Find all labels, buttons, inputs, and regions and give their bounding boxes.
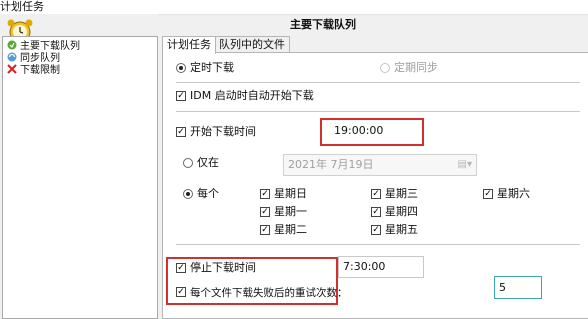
- separator: [176, 111, 580, 112]
- queue-title: 主要下载队列: [290, 18, 356, 31]
- checkbox-friday[interactable]: ✓: [371, 225, 381, 235]
- stop-time-label: 停止下载时间: [190, 261, 256, 274]
- retry-count-input[interactable]: 5: [494, 276, 542, 299]
- separator: [176, 82, 580, 83]
- label-saturday: 星期六: [497, 187, 530, 200]
- tab-files-in-queue[interactable]: 队列中的文件: [214, 36, 290, 53]
- retry-checkbox[interactable]: ✓: [176, 287, 186, 297]
- tree-item-label: 下载限制: [20, 65, 60, 76]
- tab-schedule[interactable]: 计划任务: [162, 36, 216, 54]
- checkbox-monday[interactable]: ✓: [260, 207, 270, 217]
- title-bar: 计划任务: [0, 0, 588, 15]
- tree-item-label: 同步队列: [20, 53, 60, 64]
- label-friday: 星期五: [385, 223, 418, 236]
- queue-tree[interactable]: 主要下载队列 同步队列 下载限制: [2, 36, 158, 319]
- radio-scheduled-download-label: 定时下载: [190, 61, 234, 74]
- label-wednesday: 星期三: [385, 187, 418, 200]
- checkbox-sunday[interactable]: ✓: [260, 189, 270, 199]
- tree-item-sync-queue[interactable]: 同步队列: [7, 52, 60, 64]
- radio-every-label: 每个: [197, 187, 219, 200]
- tree-item-download-limit[interactable]: 下载限制: [7, 64, 60, 76]
- limit-icon: [7, 64, 17, 74]
- sync-queue-icon: [7, 52, 17, 62]
- radio-once-label: 仅在: [197, 156, 219, 169]
- radio-once[interactable]: [183, 158, 193, 168]
- date-picker[interactable]: 2021年 7月19日 ▤▾: [283, 154, 477, 176]
- label-thursday: 星期四: [385, 205, 418, 218]
- label-monday: 星期一: [274, 205, 307, 218]
- idm-start-label: IDM 启动时自动开始下载: [190, 89, 314, 102]
- calendar-dropdown-icon[interactable]: ▤▾: [458, 155, 472, 175]
- start-time-checkbox[interactable]: ✓: [176, 127, 186, 137]
- window-title: 计划任务: [0, 0, 44, 13]
- start-time-input[interactable]: 19:00:00: [330, 122, 410, 142]
- date-value: 2021年 7月19日: [288, 158, 374, 171]
- radio-scheduled-download[interactable]: [176, 63, 186, 73]
- checkbox-thursday[interactable]: ✓: [371, 207, 381, 217]
- label-sunday: 星期日: [274, 187, 307, 200]
- radio-periodic-sync-label: 定期同步: [394, 61, 438, 74]
- queue-icon: [7, 40, 17, 50]
- stop-time-input[interactable]: 7:30:00: [338, 256, 424, 278]
- retry-label: 每个文件下载失败后的重试次数：: [190, 287, 342, 299]
- checkbox-saturday[interactable]: ✓: [483, 189, 493, 199]
- radio-periodic-sync[interactable]: [380, 63, 390, 73]
- separator: [176, 244, 580, 245]
- tree-item-label: 主要下载队列: [20, 41, 80, 52]
- radio-every[interactable]: [183, 189, 193, 199]
- label-tuesday: 星期二: [274, 223, 307, 236]
- stop-time-checkbox[interactable]: ✓: [176, 263, 186, 273]
- idm-start-checkbox[interactable]: ✓: [176, 91, 186, 101]
- tree-item-main-queue[interactable]: 主要下载队列: [7, 40, 80, 52]
- checkbox-wednesday[interactable]: ✓: [371, 189, 381, 199]
- checkbox-tuesday[interactable]: ✓: [260, 225, 270, 235]
- start-time-label: 开始下载时间: [190, 125, 256, 138]
